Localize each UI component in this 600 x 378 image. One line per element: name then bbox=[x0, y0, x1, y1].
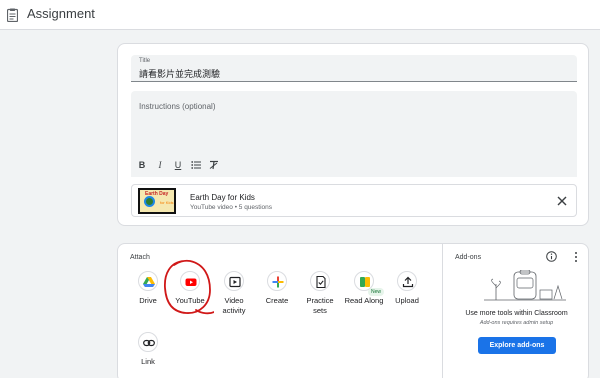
earth-icon bbox=[144, 196, 155, 207]
video-thumbnail: Earth Day for Kids bbox=[138, 188, 176, 214]
title-field-value[interactable]: 請看影片並完成測驗 bbox=[139, 67, 220, 80]
addons-heading: Add-ons bbox=[455, 254, 482, 261]
upload-icon bbox=[397, 271, 417, 291]
tool-practice-sets[interactable]: Practice sets bbox=[299, 271, 341, 316]
video-activity-icon bbox=[224, 271, 244, 291]
addons-note: Add-ons requires admin setup bbox=[479, 320, 554, 326]
tool-link[interactable]: Link bbox=[127, 332, 169, 367]
attach-card: Attach Drive YouTube Video activity Crea… bbox=[117, 243, 589, 378]
title-field-label: Title bbox=[139, 58, 151, 64]
attachment-subtitle: YouTube video • 5 questions bbox=[190, 204, 273, 211]
new-badge: New bbox=[368, 288, 385, 296]
bulleted-list-button[interactable] bbox=[191, 160, 201, 171]
drive-icon bbox=[138, 271, 158, 291]
attach-heading: Attach bbox=[130, 254, 150, 261]
tool-label: Read Along bbox=[344, 296, 384, 305]
thumbnail-subtext: for Kids bbox=[160, 200, 174, 205]
practice-sets-icon bbox=[310, 271, 330, 291]
tool-label: Drive bbox=[139, 296, 157, 305]
tool-label: Link bbox=[141, 357, 155, 366]
tool-label: YouTube bbox=[175, 296, 205, 305]
title-field[interactable]: Title 請看影片並完成測驗 bbox=[131, 55, 577, 82]
addons-description: Use more tools within Classroom bbox=[465, 310, 568, 317]
tool-label: Practice sets bbox=[306, 296, 334, 315]
top-bar: Assignment bbox=[0, 0, 600, 30]
tool-drive[interactable]: Drive bbox=[127, 271, 169, 306]
link-icon bbox=[138, 332, 158, 352]
instructions-placeholder: Instructions (optional) bbox=[139, 102, 216, 111]
tool-video-activity[interactable]: Video activity bbox=[213, 271, 255, 316]
attachment-title: Earth Day for Kids bbox=[190, 193, 255, 202]
formatting-toolbar: B I U bbox=[137, 159, 219, 171]
tool-label: Create bbox=[265, 296, 289, 305]
create-icon bbox=[267, 271, 287, 291]
bold-button[interactable]: B bbox=[137, 160, 147, 171]
tool-read-along[interactable]: New Read Along bbox=[343, 271, 385, 306]
youtube-icon bbox=[180, 271, 200, 291]
tool-upload[interactable]: Upload bbox=[386, 271, 428, 306]
tool-label: Upload bbox=[395, 296, 419, 305]
assignment-icon bbox=[7, 8, 18, 22]
tool-create[interactable]: Create bbox=[256, 271, 298, 306]
instructions-field[interactable]: Instructions (optional) B I U bbox=[131, 91, 577, 177]
youtube-attachment[interactable]: Earth Day for Kids Earth Day for Kids Yo… bbox=[131, 184, 577, 217]
addons-illustration bbox=[484, 270, 566, 301]
explore-addons-button[interactable]: Explore add-ons bbox=[478, 337, 556, 354]
underline-button[interactable]: U bbox=[173, 160, 183, 171]
tool-youtube[interactable]: YouTube bbox=[169, 271, 211, 306]
more-vert-icon[interactable] bbox=[573, 251, 579, 263]
bulleted-list-icon bbox=[191, 160, 201, 169]
italic-button[interactable]: I bbox=[155, 160, 165, 171]
close-icon[interactable] bbox=[556, 195, 568, 207]
assignment-form-card: Title 請看影片並完成測驗 Instructions (optional) … bbox=[117, 43, 589, 226]
page-title: Assignment bbox=[27, 6, 95, 21]
tool-label: Video activity bbox=[222, 296, 246, 315]
clear-formatting-icon bbox=[209, 160, 218, 169]
clear-formatting-button[interactable] bbox=[209, 160, 219, 171]
info-icon[interactable] bbox=[546, 251, 557, 262]
